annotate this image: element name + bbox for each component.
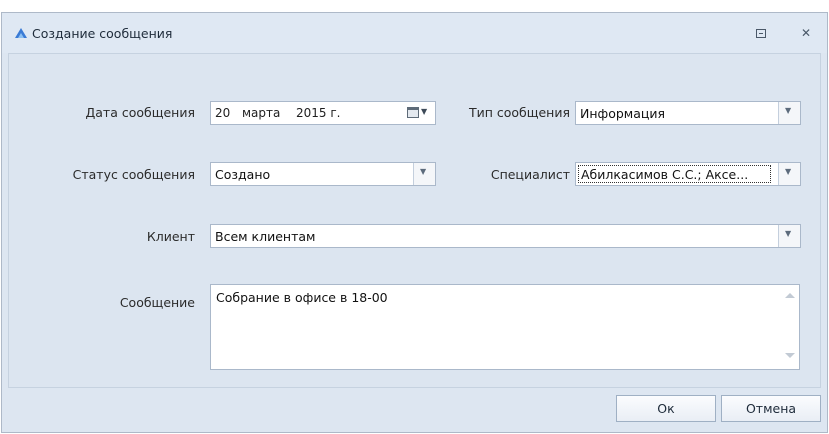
type-label: Тип сообщения bbox=[468, 105, 570, 120]
client-value: Всем клиентам bbox=[215, 229, 316, 244]
client-label: Клиент bbox=[146, 229, 195, 244]
message-value: Собрание в офисе в 18-00 bbox=[216, 290, 388, 305]
message-scrollbar[interactable] bbox=[782, 285, 799, 369]
date-label: Дата сообщения bbox=[85, 105, 196, 120]
dialog-window: Создание сообщения ✕ Дата сообщения 20 м… bbox=[1, 12, 828, 433]
message-label: Сообщение bbox=[119, 295, 195, 310]
app-icon bbox=[15, 28, 27, 38]
specialist-focus: Абилкасимов С.С.; Аксе... bbox=[578, 165, 771, 183]
calendar-icon[interactable] bbox=[407, 107, 419, 118]
client-dropdown-button[interactable]: ▼ bbox=[778, 225, 800, 247]
cancel-button[interactable]: Отмена bbox=[721, 395, 821, 422]
calendar-dropdown-icon[interactable]: ▼ bbox=[421, 107, 427, 116]
status-value: Создано bbox=[215, 167, 271, 182]
type-dropdown-button[interactable]: ▼ bbox=[778, 102, 800, 124]
ok-button[interactable]: Ок bbox=[616, 395, 716, 422]
title-bar[interactable]: Создание сообщения ✕ bbox=[2, 13, 827, 53]
date-year[interactable]: 2015 г. bbox=[296, 106, 340, 120]
restore-icon[interactable] bbox=[754, 27, 768, 40]
client-select[interactable]: Всем клиентам ▼ bbox=[210, 224, 801, 248]
chevron-down-icon: ▼ bbox=[785, 167, 792, 176]
specialist-value: Абилкасимов С.С.; Аксе... bbox=[581, 167, 749, 182]
scroll-down-icon[interactable] bbox=[785, 353, 795, 358]
chevron-down-icon: ▼ bbox=[785, 229, 792, 238]
specialist-label: Специалист bbox=[490, 167, 570, 182]
form-panel: Дата сообщения 20 марта 2015 г. ▼ Тип со… bbox=[8, 53, 821, 388]
close-icon[interactable]: ✕ bbox=[799, 27, 813, 40]
date-day[interactable]: 20 bbox=[215, 106, 230, 120]
status-label: Статус сообщения bbox=[72, 167, 195, 182]
specialist-dropdown-button[interactable]: ▼ bbox=[778, 163, 800, 185]
message-textarea[interactable]: Собрание в офисе в 18-00 bbox=[210, 284, 800, 370]
date-field[interactable]: 20 марта 2015 г. ▼ bbox=[210, 101, 436, 125]
chevron-down-icon: ▼ bbox=[785, 106, 792, 115]
type-select[interactable]: Информация ▼ bbox=[575, 101, 801, 125]
scroll-up-icon[interactable] bbox=[785, 293, 795, 298]
type-value: Информация bbox=[580, 106, 666, 121]
window-title: Создание сообщения bbox=[32, 26, 173, 41]
chevron-down-icon: ▼ bbox=[420, 167, 427, 176]
specialist-select[interactable]: Абилкасимов С.С.; Аксе... ▼ bbox=[575, 162, 801, 186]
date-month[interactable]: марта bbox=[242, 106, 280, 120]
status-dropdown-button[interactable]: ▼ bbox=[413, 163, 435, 185]
status-select[interactable]: Создано ▼ bbox=[210, 162, 436, 186]
